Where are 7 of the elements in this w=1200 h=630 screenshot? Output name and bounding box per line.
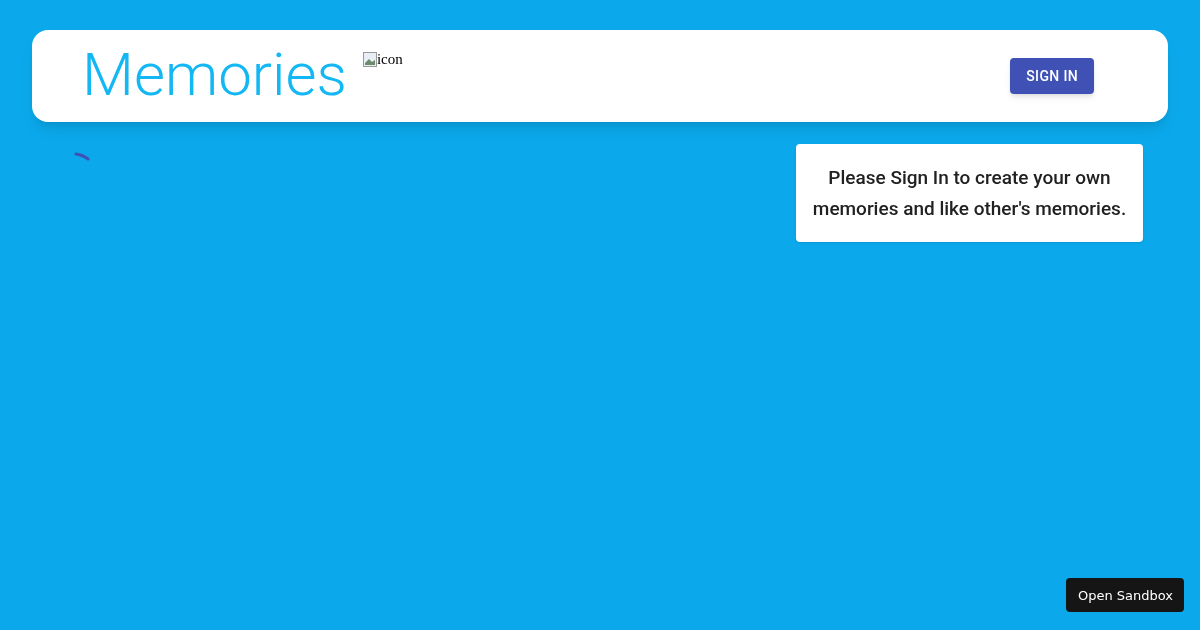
open-sandbox-button[interactable]: Open Sandbox (1066, 578, 1184, 612)
logo-alt-text: icon (376, 50, 403, 69)
loading-spinner-icon (74, 152, 90, 162)
sign-in-button[interactable]: SIGN IN (1010, 58, 1094, 94)
sign-in-notice-text: Please Sign In to create your own memories and like other's memories. (812, 165, 1127, 222)
app-title: Memories (82, 45, 347, 105)
broken-image-icon (362, 51, 377, 67)
